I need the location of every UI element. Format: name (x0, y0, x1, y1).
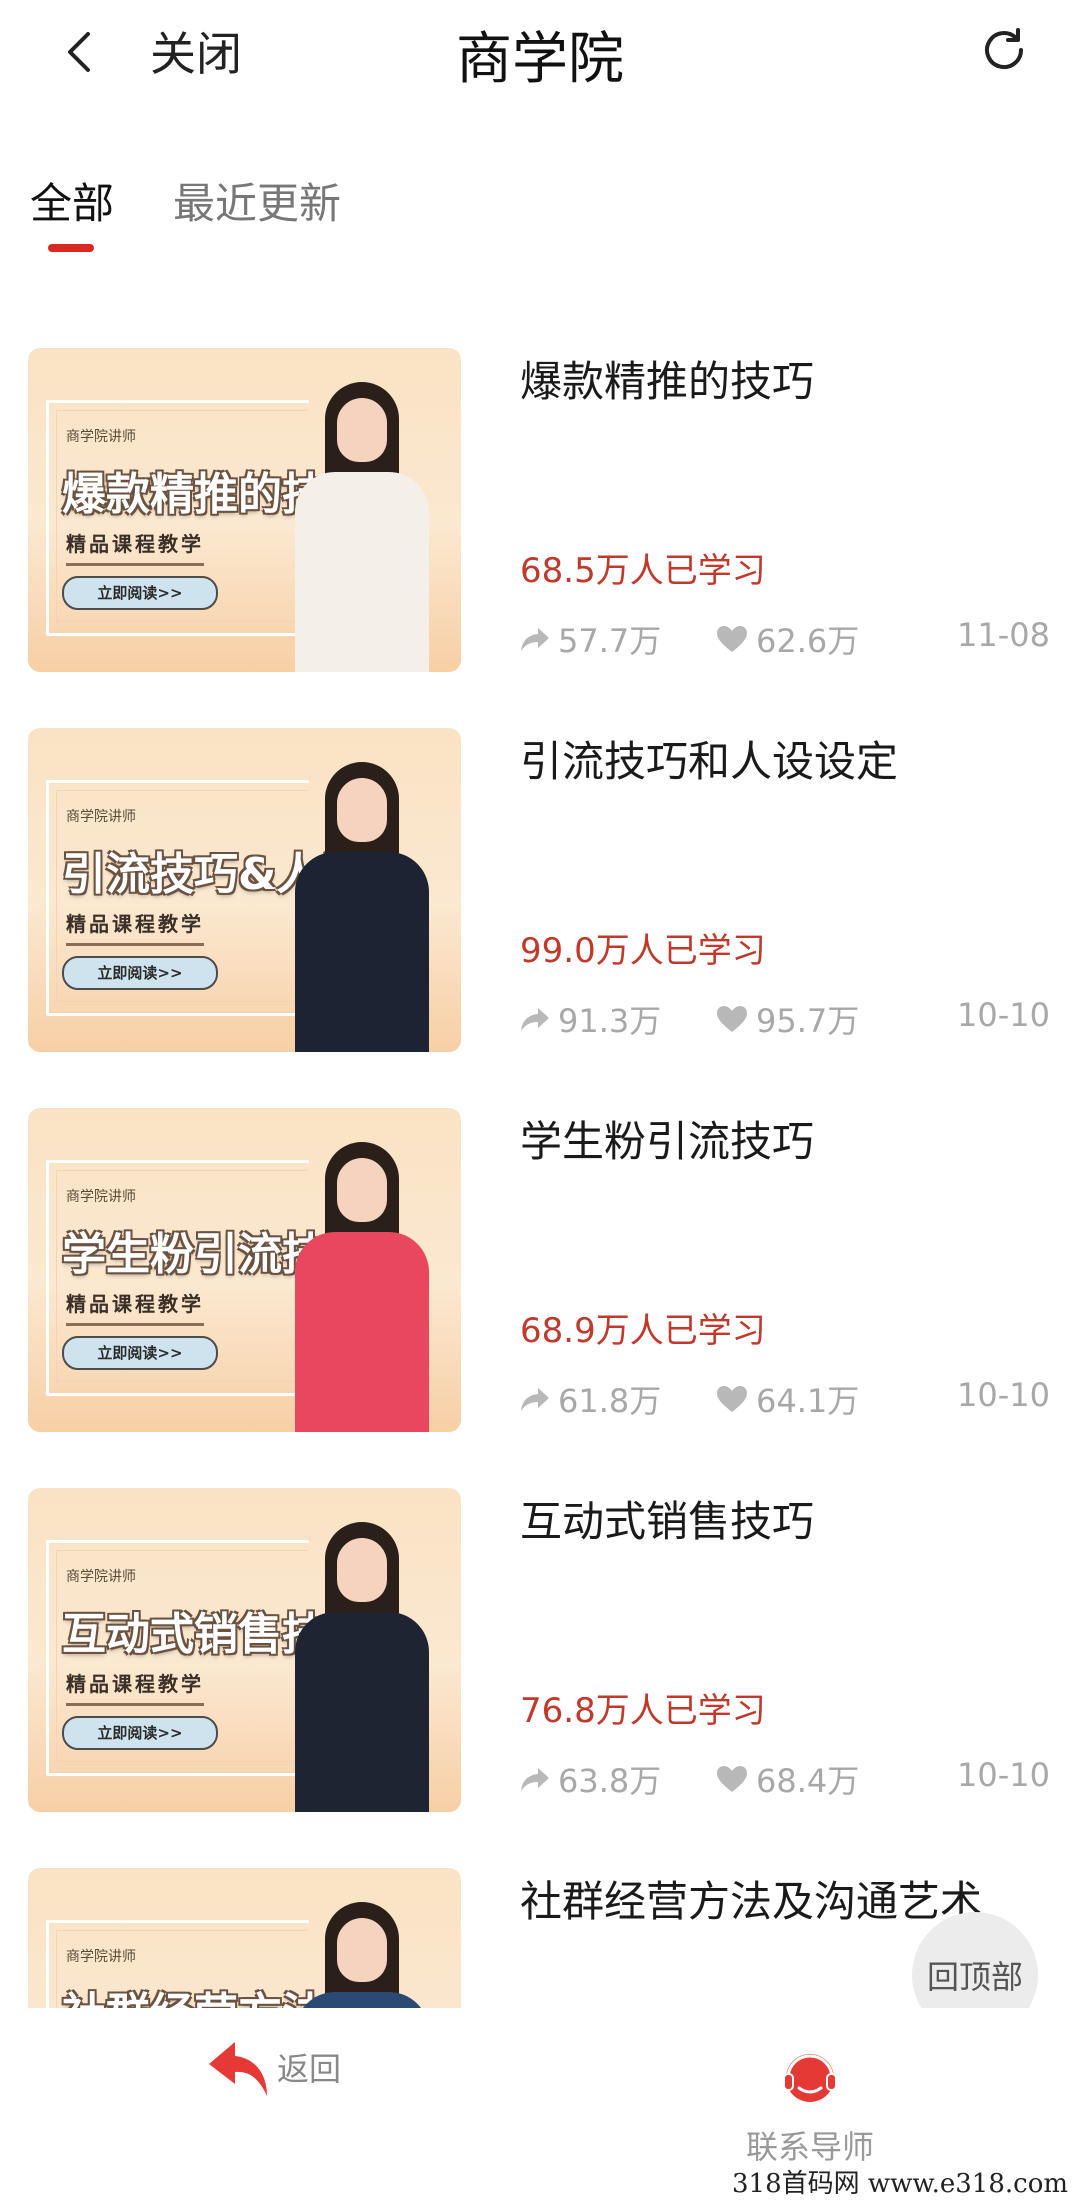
watermark: 318首码网 www.e318.com (732, 2169, 1068, 2199)
course-thumbnail[interactable]: 商学院讲师 互动式销售技巧 精品课程教学 立即阅读>> (28, 1488, 461, 1812)
contact-mentor-label: 联系导师 (745, 2128, 874, 2166)
tab-recent-updates[interactable]: 最近更新 (173, 170, 341, 231)
like-count: 68.4万 (756, 1762, 860, 1800)
thumbnail-subtitle: 精品课程教学 (66, 1668, 204, 1706)
instructor-photo (277, 1892, 447, 2008)
thumbnail-tag: 商学院讲师 (66, 1569, 136, 1585)
thumbnail-tag: 商学院讲师 (66, 1189, 136, 1205)
instructor-outfit (295, 472, 429, 672)
course-card[interactable]: 商学院讲师 引流技巧&人设 精品课程教学 立即阅读>> 引流技巧和人设设定 99… (0, 728, 1080, 1108)
share-count: 57.7万 (558, 622, 662, 660)
thumbnail-read-button: 立即阅读>> (62, 1716, 218, 1750)
learner-count: 68.9万人已学习 (520, 1311, 766, 1351)
page-title: 商学院 (456, 27, 624, 92)
instructor-photo (277, 1132, 447, 1432)
heart-icon (717, 1386, 747, 1412)
instructor-outfit (295, 1612, 429, 1812)
active-tab-indicator (48, 244, 94, 252)
course-date: 11-08 (957, 616, 1050, 654)
refresh-icon (985, 28, 1023, 70)
thumbnail-subtitle: 精品课程教学 (66, 528, 204, 566)
instructor-photo (277, 372, 447, 672)
like-count: 95.7万 (756, 1002, 860, 1040)
instructor-outfit (295, 1232, 429, 1432)
like-stat[interactable]: 62.6万 (716, 616, 859, 662)
course-card[interactable]: 商学院讲师 学生粉引流技巧 精品课程教学 立即阅读>> 学生粉引流技巧 68.9… (0, 1108, 1080, 1488)
instructor-face (337, 398, 387, 462)
instructor-photo (277, 752, 447, 1052)
heart-icon (717, 1766, 747, 1792)
course-card[interactable]: 商学院讲师 爆款精推的技巧 精品课程教学 立即阅读>> 爆款精推的技巧 68.5… (0, 348, 1080, 728)
refresh-button[interactable] (972, 18, 1036, 82)
course-thumbnail[interactable]: 商学院讲师 社群经营方法 精品课程教学 立即阅读>> (28, 1868, 461, 2008)
instructor-face (337, 1538, 387, 1602)
share-count: 91.3万 (558, 1002, 662, 1040)
contact-mentor-button[interactable]: 联系导师 (745, 2048, 875, 2168)
thumbnail-read-button: 立即阅读>> (62, 956, 218, 990)
like-count: 64.1万 (756, 1382, 860, 1420)
top-bar: 关闭 商学院 (0, 0, 1080, 110)
course-stats: 57.7万 62.6万 11-08 (520, 616, 1050, 666)
course-title[interactable]: 互动式销售技巧 (520, 1488, 814, 1549)
course-thumbnail[interactable]: 商学院讲师 学生粉引流技巧 精品课程教学 立即阅读>> (28, 1108, 461, 1432)
share-icon (521, 1388, 549, 1411)
course-date: 10-10 (957, 996, 1050, 1034)
thumbnail-tag: 商学院讲师 (66, 809, 136, 825)
course-date: 10-10 (957, 1376, 1050, 1414)
share-stat[interactable]: 91.3万 (520, 996, 661, 1042)
instructor-outfit (295, 1992, 429, 2008)
share-count: 63.8万 (558, 1762, 662, 1800)
like-stat[interactable]: 68.4万 (716, 1756, 859, 1802)
learner-count: 68.5万人已学习 (520, 551, 766, 591)
thumbnail-read-button: 立即阅读>> (62, 576, 218, 610)
course-card[interactable]: 商学院讲师 互动式销售技巧 精品课程教学 立即阅读>> 互动式销售技巧 76.8… (0, 1488, 1080, 1868)
share-stat[interactable]: 61.8万 (520, 1376, 661, 1422)
thumbnail-tag: 商学院讲师 (66, 1949, 136, 1965)
share-icon (521, 628, 549, 651)
course-title[interactable]: 引流技巧和人设设定 (520, 728, 898, 789)
like-stat[interactable]: 95.7万 (716, 996, 859, 1042)
instructor-face (337, 1158, 387, 1222)
course-thumbnail[interactable]: 商学院讲师 爆款精推的技巧 精品课程教学 立即阅读>> (28, 348, 461, 672)
like-count: 62.6万 (756, 622, 860, 660)
like-stat[interactable]: 64.1万 (716, 1376, 859, 1422)
share-icon (521, 1768, 549, 1791)
learner-count: 99.0万人已学习 (520, 931, 766, 971)
course-stats: 91.3万 95.7万 10-10 (520, 996, 1050, 1046)
course-date: 10-10 (957, 1756, 1050, 1794)
instructor-outfit (295, 852, 429, 1052)
instructor-face (337, 1918, 387, 1982)
course-title[interactable]: 学生粉引流技巧 (520, 1108, 814, 1169)
heart-icon (717, 626, 747, 652)
course-stats: 63.8万 68.4万 10-10 (520, 1756, 1050, 1806)
thumbnail-subtitle: 精品课程教学 (66, 908, 204, 946)
instructor-photo (277, 1512, 447, 1812)
thumbnail-tag: 商学院讲师 (66, 429, 136, 445)
headset-icon (783, 2054, 837, 2102)
nav-back-button[interactable]: 返回 (205, 2038, 341, 2100)
heart-icon (717, 1006, 747, 1032)
thumbnail-read-button: 立即阅读>> (62, 1336, 218, 1370)
course-thumbnail[interactable]: 商学院讲师 引流技巧&人设 精品课程教学 立即阅读>> (28, 728, 461, 1052)
learner-count: 76.8万人已学习 (520, 1691, 766, 1731)
course-list[interactable]: 商学院讲师 爆款精推的技巧 精品课程教学 立即阅读>> 爆款精推的技巧 68.5… (0, 348, 1080, 2008)
share-count: 61.8万 (558, 1382, 662, 1420)
return-arrow-icon (209, 2042, 267, 2096)
course-title[interactable]: 社群经营方法及沟通艺术 (520, 1868, 982, 1929)
share-stat[interactable]: 57.7万 (520, 616, 661, 662)
share-stat[interactable]: 63.8万 (520, 1756, 661, 1802)
tab-all[interactable]: 全部 (30, 170, 114, 231)
course-title[interactable]: 爆款精推的技巧 (520, 348, 814, 409)
thumbnail-subtitle: 精品课程教学 (66, 1288, 204, 1326)
nav-back-label: 返回 (277, 2050, 342, 2088)
bottom-nav: 返回 联系导师 318首码网 www.e318.com (0, 2008, 1080, 2204)
instructor-face (337, 778, 387, 842)
share-icon (521, 1008, 549, 1031)
course-stats: 61.8万 64.1万 10-10 (520, 1376, 1050, 1426)
